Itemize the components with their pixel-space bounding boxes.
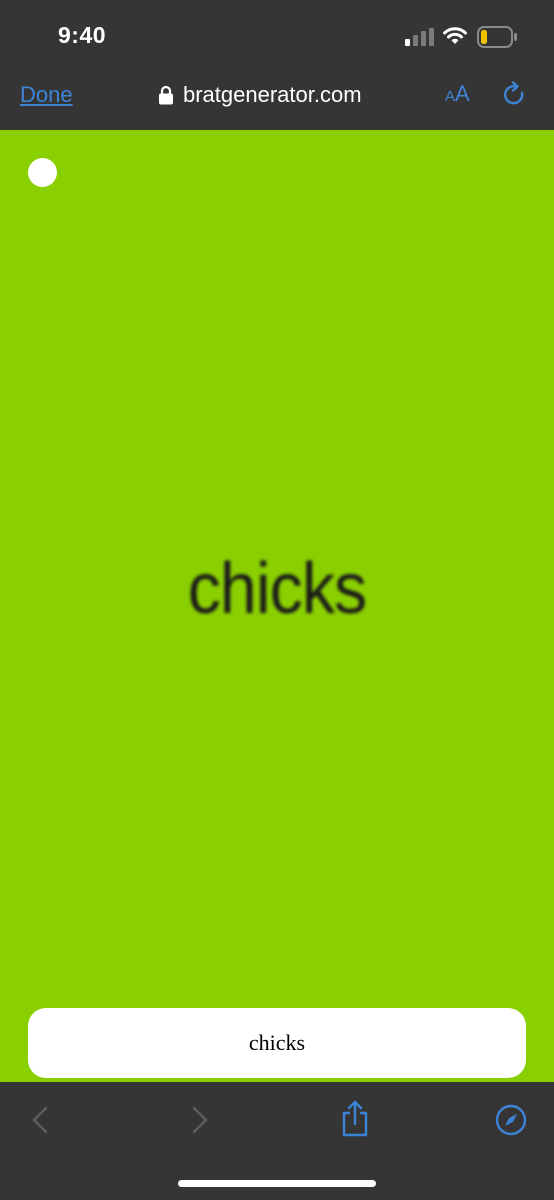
forward-icon[interactable] <box>190 1104 210 1136</box>
wifi-icon <box>443 27 467 44</box>
status-time: 9:40 <box>58 22 107 48</box>
home-indicator <box>178 1180 376 1187</box>
browser-nav-bar: Done bratgenerator.com AA <box>0 72 554 130</box>
back-icon[interactable] <box>30 1104 50 1136</box>
status-bar: 9:40 <box>0 0 554 72</box>
safari-compass-icon[interactable] <box>495 1104 527 1136</box>
share-icon[interactable] <box>340 1100 370 1138</box>
browser-toolbar <box>0 1082 554 1200</box>
url-text: bratgenerator.com <box>183 82 362 107</box>
brat-canvas: chicks chicks <box>0 130 554 1082</box>
reload-icon[interactable] <box>502 81 528 109</box>
lock-icon <box>159 85 173 105</box>
brat-display-text: chicks <box>187 549 367 629</box>
menu-dot-button[interactable] <box>28 158 57 187</box>
cellular-signal-icon <box>405 28 434 46</box>
address-bar[interactable]: bratgenerator.com <box>158 81 362 109</box>
text-input-field[interactable]: chicks <box>28 1008 526 1078</box>
done-button[interactable]: Done <box>20 82 73 108</box>
text-size-large-glyph: A <box>455 81 470 106</box>
text-size-button[interactable]: AA <box>445 83 470 105</box>
text-size-small-glyph: A <box>445 88 456 105</box>
battery-icon <box>477 26 517 48</box>
